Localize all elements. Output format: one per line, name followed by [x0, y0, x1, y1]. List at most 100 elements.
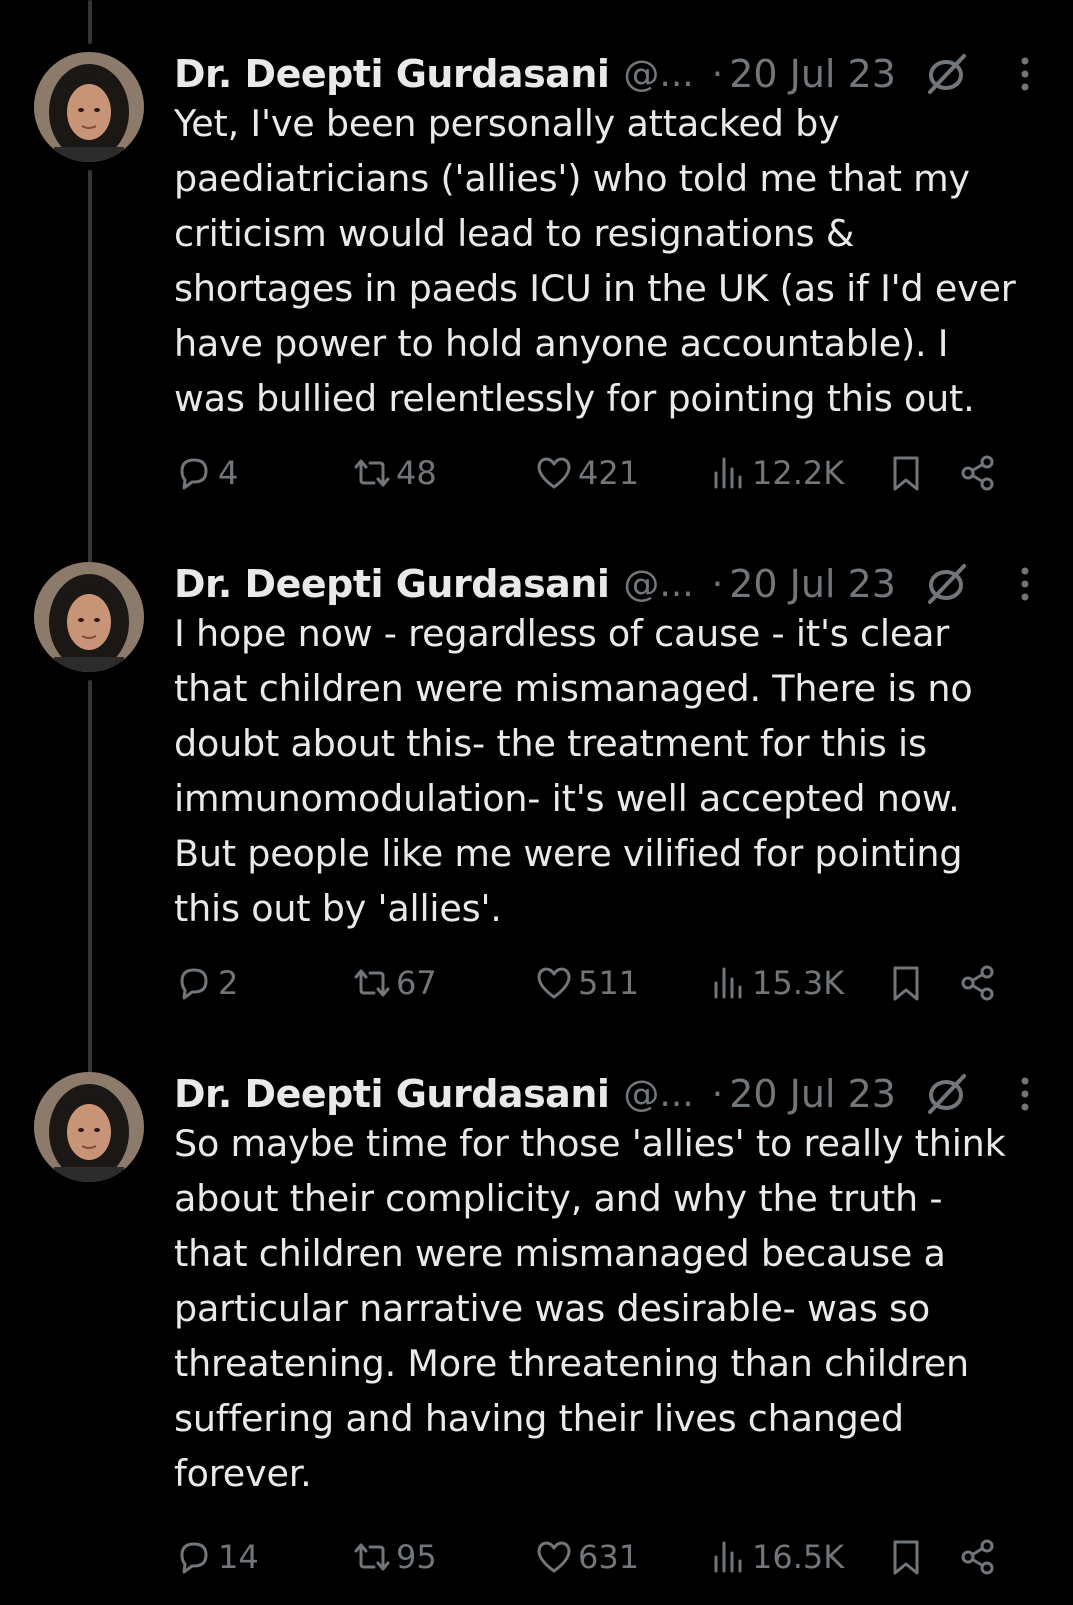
muted-icon [927, 1074, 966, 1114]
views-button[interactable]: 12.2K [708, 448, 844, 498]
bookmark-button[interactable] [886, 448, 930, 498]
tweet-date[interactable]: 20 Jul 23 [729, 1072, 896, 1116]
reply-icon [180, 968, 208, 1000]
repost-button[interactable]: 95 [352, 1532, 437, 1582]
avatar[interactable] [34, 52, 144, 162]
tweet-text-line: shortages in paeds ICU in the UK (as if … [174, 267, 1016, 310]
repost-count: 95 [396, 1538, 437, 1576]
repost-icon [354, 459, 390, 487]
tweet-text-line: paediatricians ('allies') who told me th… [174, 157, 970, 200]
bookmark-button[interactable] [886, 1532, 930, 1582]
reply-button[interactable]: 2 [174, 958, 238, 1008]
tweet-thread: Dr. Deepti Gurdasani @... · 20 Jul 23 Ye… [0, 0, 1073, 1605]
tweet-header: Dr. Deepti Gurdasani @... · 20 Jul 23 [174, 1064, 1044, 1124]
repost-count: 48 [396, 454, 437, 492]
tweet-text-line: that children were mismanaged. There is … [174, 667, 973, 710]
views-button[interactable]: 15.3K [708, 958, 844, 1008]
more-icon[interactable] [1005, 564, 1045, 604]
bookmark-icon [893, 1540, 919, 1575]
separator: · [711, 563, 724, 605]
tweet-3[interactable]: Dr. Deepti Gurdasani @... · 20 Jul 23 So… [0, 1064, 1073, 1604]
profile-photo [34, 52, 144, 162]
avatar[interactable] [34, 1072, 144, 1182]
tweet-text-line: threatening. More threatening than child… [174, 1342, 969, 1385]
author-handle[interactable]: @... [623, 54, 693, 95]
like-button[interactable]: 511 [534, 958, 639, 1008]
action-bar: 14 95 631 16.5K [174, 1532, 1034, 1582]
tweet-text-line: criticism would lead to resignations & [174, 212, 855, 255]
bookmark-button[interactable] [886, 958, 930, 1008]
reply-count: 14 [218, 1538, 259, 1576]
author-handle[interactable]: @... [623, 1074, 693, 1115]
repost-button[interactable]: 48 [352, 448, 437, 498]
author-name[interactable]: Dr. Deepti Gurdasani [174, 1072, 610, 1116]
tweet-text-line: So maybe time for those 'allies' to real… [174, 1122, 1006, 1165]
tweet-2[interactable]: Dr. Deepti Gurdasani @... · 20 Jul 23 I … [0, 554, 1073, 1110]
like-icon [537, 457, 571, 489]
reply-count: 4 [218, 454, 239, 492]
share-button[interactable] [958, 448, 1002, 498]
profile-photo [34, 562, 144, 672]
tweet-text-line: I hope now - regardless of cause - it's … [174, 612, 950, 655]
views-count: 12.2K [752, 454, 845, 492]
tweet-text-line: have power to hold anyone accountable). … [174, 322, 949, 365]
tweet-text-line: that children were mismanaged because a [174, 1232, 946, 1275]
author-handle[interactable]: @... [623, 564, 693, 605]
tweet-text: So maybe time for those 'allies' to real… [174, 1116, 1054, 1501]
repost-button[interactable]: 67 [352, 958, 437, 1008]
separator: · [711, 53, 724, 95]
tweet-text: Yet, I've been personally attacked by pa… [174, 96, 1054, 426]
author-name[interactable]: Dr. Deepti Gurdasani [174, 562, 610, 606]
tweet-date[interactable]: 20 Jul 23 [729, 562, 896, 606]
tweet-text-line: about their complicity, and why the trut… [174, 1177, 943, 1220]
tweet-header: Dr. Deepti Gurdasani @... · 20 Jul 23 [174, 554, 1044, 614]
views-button[interactable]: 16.5K [708, 1532, 844, 1582]
views-icon [714, 1541, 742, 1573]
repost-icon [354, 969, 390, 997]
views-count: 16.5K [752, 1538, 845, 1576]
separator: · [711, 1073, 724, 1115]
more-icon[interactable] [1005, 54, 1045, 94]
more-icon[interactable] [1005, 1074, 1045, 1114]
thread-line-top [88, 0, 92, 44]
like-count: 631 [578, 1538, 640, 1576]
thread-line [88, 170, 92, 600]
bookmark-icon [893, 966, 919, 1001]
tweet-date[interactable]: 20 Jul 23 [729, 52, 896, 96]
like-icon [537, 967, 571, 999]
reply-button[interactable]: 4 [174, 448, 238, 498]
like-icon [537, 1541, 571, 1573]
tweet-text-line: was bullied relentlessly for pointing th… [174, 377, 975, 420]
tweet-text-line: forever. [174, 1452, 312, 1495]
like-button[interactable]: 631 [534, 1532, 639, 1582]
share-icon [961, 1539, 994, 1575]
muted-icon [927, 564, 966, 604]
action-bar: 4 48 421 12.2K [174, 448, 1034, 498]
tweet-text-line: this out by 'allies'. [174, 887, 502, 930]
reply-icon [180, 458, 208, 490]
profile-photo [34, 1072, 144, 1182]
bookmark-icon [893, 456, 919, 491]
tweet-text-line: But people like me were vilified for poi… [174, 832, 963, 875]
author-name[interactable]: Dr. Deepti Gurdasani [174, 52, 610, 96]
tweet-1[interactable]: Dr. Deepti Gurdasani @... · 20 Jul 23 Ye… [0, 0, 1073, 600]
views-icon [714, 967, 742, 999]
thread-line [88, 680, 92, 1110]
tweet-text-line: suffering and having their lives changed [174, 1397, 904, 1440]
tweet-text: I hope now - regardless of cause - it's … [174, 606, 1054, 936]
avatar[interactable] [34, 562, 144, 672]
like-count: 421 [578, 454, 640, 492]
share-button[interactable] [958, 958, 1002, 1008]
tweet-text-line: particular narrative was desirable- was … [174, 1287, 930, 1330]
muted-icon [927, 54, 966, 94]
tweet-text-line: immunomodulation- it's well accepted now… [174, 777, 960, 820]
reply-button[interactable]: 14 [174, 1532, 259, 1582]
share-button[interactable] [958, 1532, 1002, 1582]
reply-icon [180, 1542, 208, 1574]
action-bar: 2 67 511 15.3K [174, 958, 1034, 1008]
like-count: 511 [578, 964, 640, 1002]
like-button[interactable]: 421 [534, 448, 639, 498]
share-icon [961, 455, 994, 491]
tweet-text-line: doubt about this- the treatment for this… [174, 722, 927, 765]
views-count: 15.3K [752, 964, 845, 1002]
